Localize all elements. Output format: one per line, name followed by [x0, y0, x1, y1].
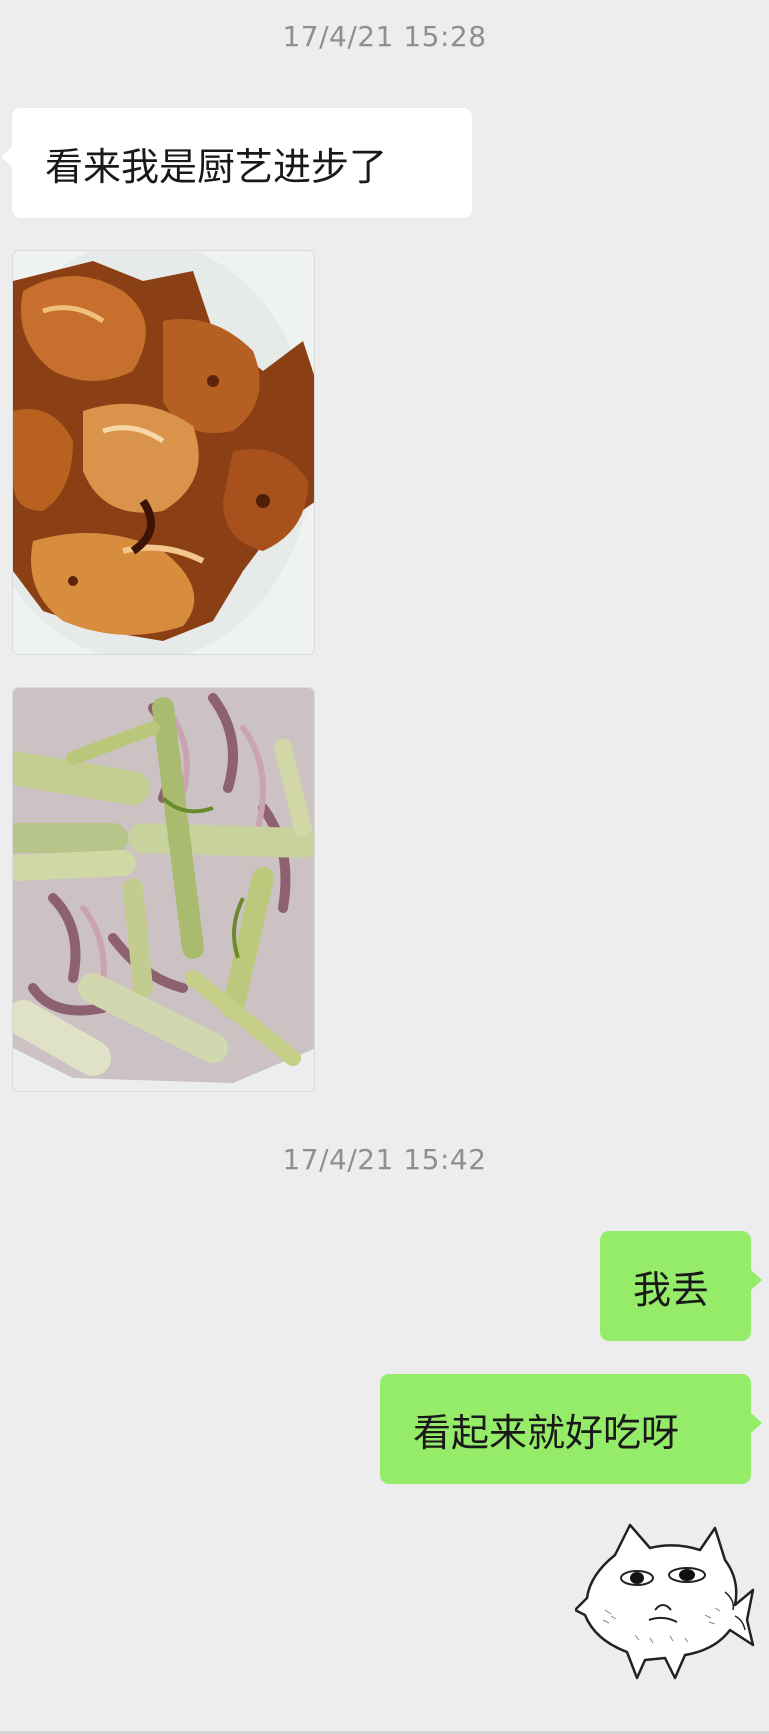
- incoming-message-bubble[interactable]: 看来我是厨艺进步了: [1, 108, 472, 218]
- chat-screen: 17/4/21 15:28 看来我是厨艺进步了 17/4/21 15:42 我丢…: [0, 0, 769, 1734]
- message-timestamp: 17/4/21 15:28: [282, 20, 487, 53]
- squid-celery-stir-fry-photo[interactable]: [12, 687, 315, 1092]
- message-text: 看来我是厨艺进步了: [45, 144, 388, 189]
- outgoing-message-bubble[interactable]: 我丢: [600, 1231, 762, 1341]
- message-text: 看起来就好吃呀: [413, 1410, 680, 1455]
- message-text: 我丢: [633, 1267, 710, 1312]
- cat-fish-sticker-image: [573, 1523, 755, 1680]
- squid-celery-image: [13, 688, 314, 1091]
- braised-chicken-wings-photo[interactable]: [12, 250, 315, 655]
- message-timestamp: 17/4/21 15:42: [282, 1143, 487, 1176]
- outgoing-message-bubble[interactable]: 看起来就好吃呀: [380, 1374, 762, 1484]
- chicken-wings-image: [13, 251, 314, 654]
- cat-fish-meme-sticker[interactable]: [573, 1520, 755, 1680]
